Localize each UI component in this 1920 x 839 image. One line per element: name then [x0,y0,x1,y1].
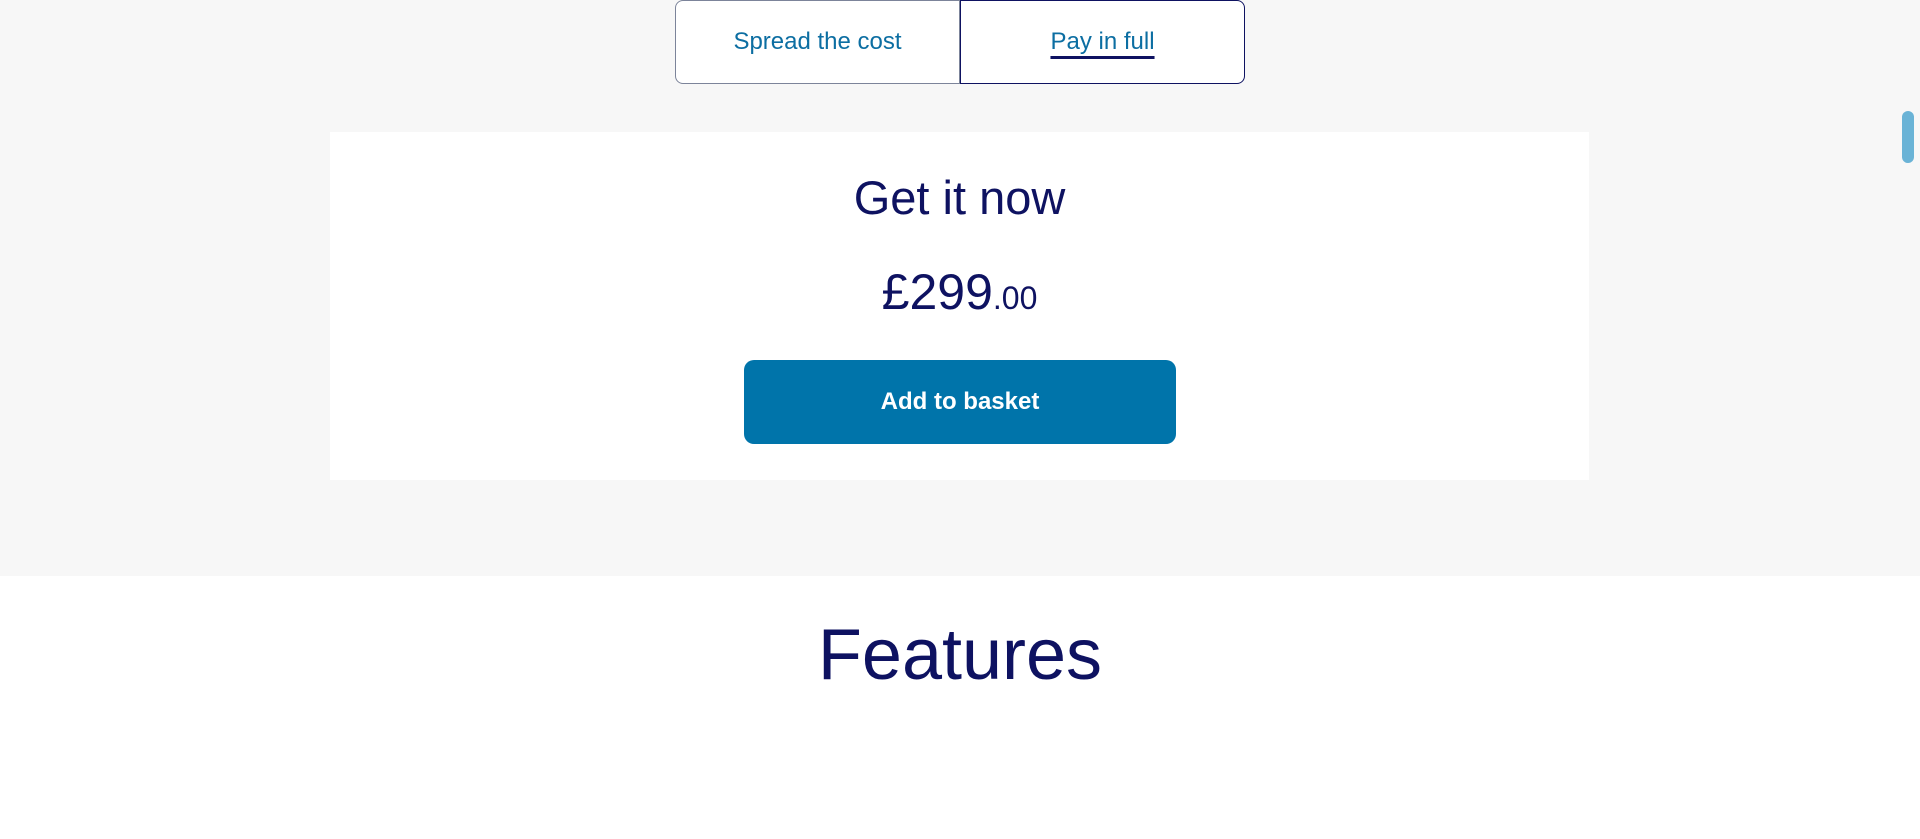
card-title: Get it now [853,171,1066,224]
purchase-section: Spread the cost Pay in full Get it now £… [0,0,1920,576]
price-pence: .00 [992,280,1038,316]
payment-toggle: Spread the cost Pay in full [675,0,1245,84]
spread-the-cost-label: Spread the cost [733,28,902,55]
page: Spread the cost Pay in full Get it now £… [0,0,1920,839]
scrollbar-thumb[interactable] [1902,111,1914,163]
buy-card: Get it now £299.00 Add to basket [330,132,1589,480]
pay-in-full-option[interactable]: Pay in full [960,0,1245,84]
features-heading: Features [817,615,1103,695]
pay-in-full-label: Pay in full [1050,28,1155,55]
spread-the-cost-option[interactable]: Spread the cost [675,0,960,84]
add-to-basket-button[interactable]: Add to basket [744,360,1176,444]
price-pounds: £299 [881,264,993,320]
price: £299.00 [330,262,1589,322]
